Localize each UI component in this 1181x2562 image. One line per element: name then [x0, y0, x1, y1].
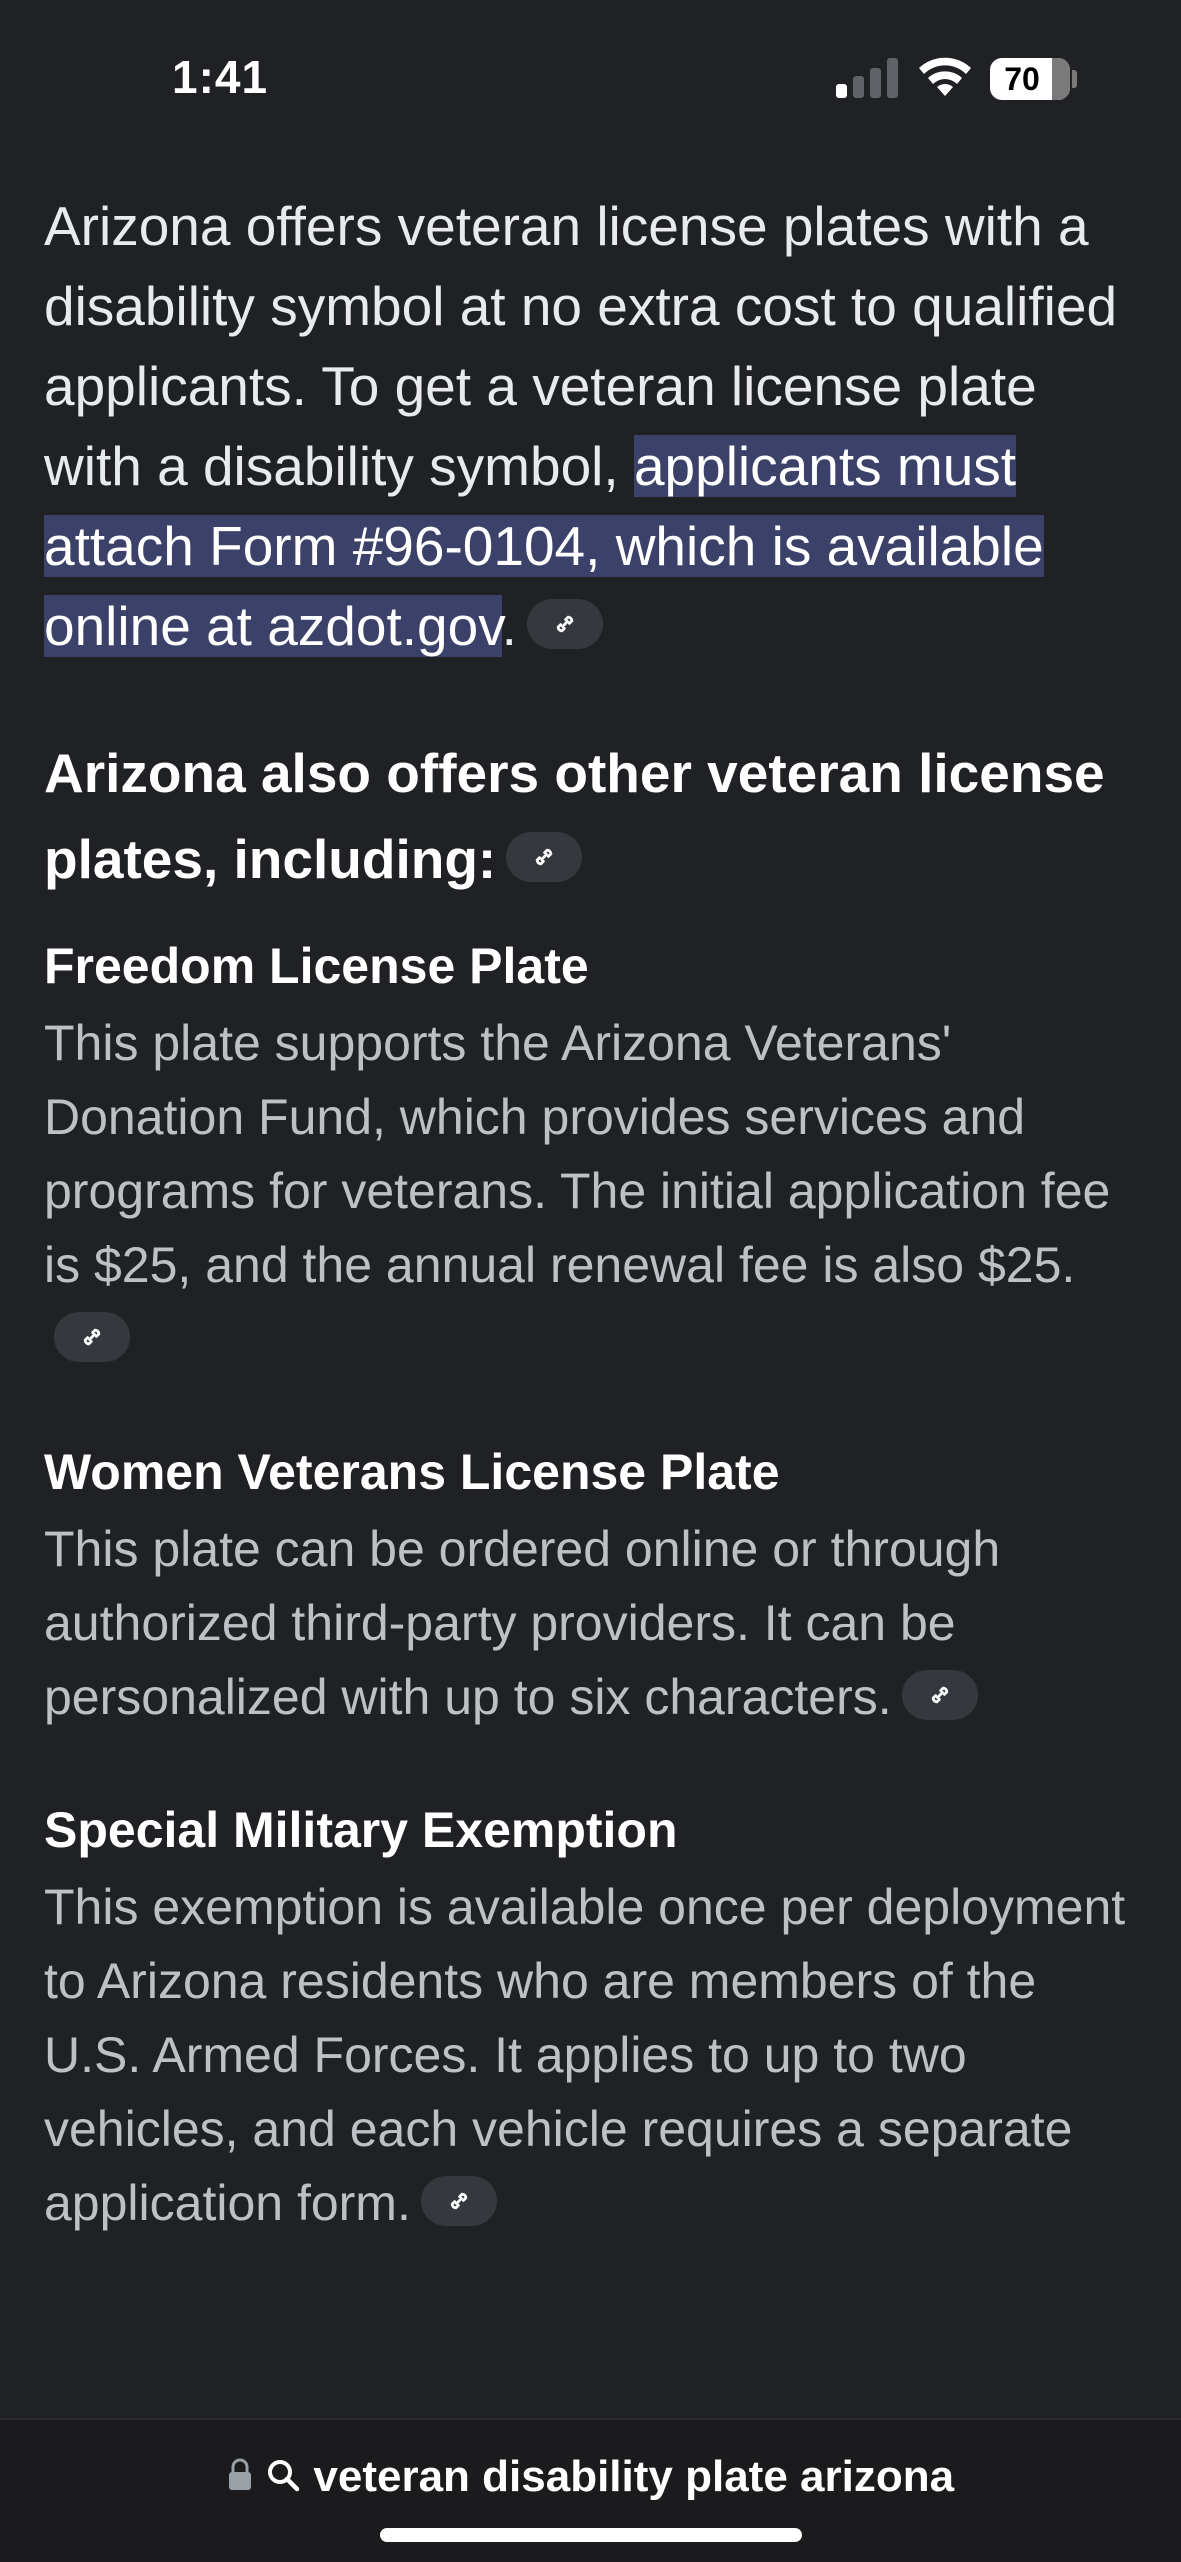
link-icon [556, 616, 574, 633]
source-link-button[interactable] [526, 599, 603, 650]
search-icon [268, 2460, 300, 2492]
cellular-signal-icon [836, 58, 900, 98]
source-link-button[interactable] [506, 832, 583, 883]
item-title: Freedom License Plate [44, 938, 589, 994]
link-icon [450, 2192, 468, 2210]
address-bar[interactable]: veteran disability plate arizona [0, 2418, 1181, 2562]
list-item: Special Military Exemption This exemptio… [44, 1794, 1139, 2240]
item-title: Special Military Exemption [44, 1802, 678, 1858]
status-bar: 1:41 70 [0, 0, 1181, 160]
list-item: Freedom License Plate This plate support… [44, 930, 1139, 1376]
battery-tip [1072, 70, 1077, 88]
intro-suffix: . [501, 595, 517, 657]
intro-paragraph: Arizona offers veteran license plates wi… [44, 186, 1139, 666]
link-icon [931, 1686, 948, 1704]
status-time: 1:41 [172, 51, 269, 103]
battery-icon: 70 [990, 58, 1070, 100]
home-indicator[interactable] [380, 2528, 802, 2542]
wifi-icon [919, 57, 971, 96]
item-body: This plate can be ordered online or thro… [44, 1521, 1001, 1725]
search-query: veteran disability plate arizona [313, 2452, 955, 2501]
lock-icon [228, 2458, 251, 2491]
section-heading: Arizona also offers other veteran licens… [44, 742, 1105, 890]
item-title: Women Veterans License Plate [44, 1444, 780, 1500]
link-icon [83, 1328, 101, 1346]
source-link-button[interactable] [54, 1311, 130, 1362]
list-item: Women Veterans License Plate This plate … [44, 1436, 1139, 1734]
link-icon [535, 849, 553, 866]
source-link-button[interactable] [420, 2175, 497, 2226]
item-body: This exemption is available once per dep… [44, 1879, 1126, 2231]
battery-level: 70 [1004, 61, 1040, 97]
item-body: This plate supports the Arizona Veterans… [44, 1006, 1139, 1376]
url-display[interactable]: veteran disability plate arizona [0, 2452, 1181, 2502]
ai-overview-content: Arizona offers veteran license plates wi… [44, 186, 1139, 2240]
source-link-button[interactable] [901, 1669, 978, 1720]
